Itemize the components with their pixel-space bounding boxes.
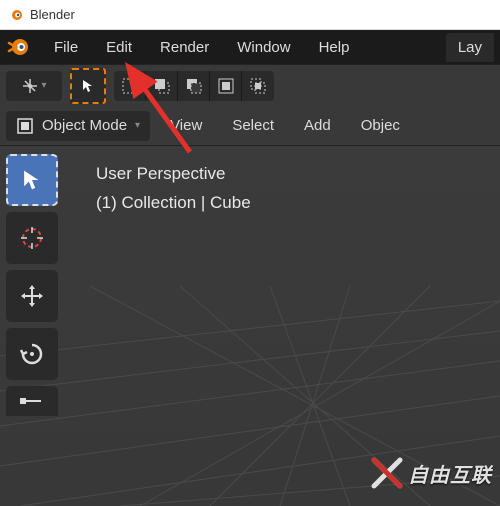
rotate-tool-icon xyxy=(18,340,46,368)
watermark-text: 自由互联 xyxy=(408,459,492,488)
perspective-label: User Perspective xyxy=(96,160,251,189)
select-invert-icon xyxy=(217,77,235,95)
top-menubar: File Edit Render Window Help Lay xyxy=(0,30,500,64)
context-label: (1) Collection | Cube xyxy=(96,189,251,218)
select-subtract-icon xyxy=(185,77,203,95)
orientation-dropdown[interactable]: ▾ xyxy=(6,71,62,101)
mode-label: Object Mode xyxy=(42,117,127,134)
menu-select[interactable]: Select xyxy=(222,113,284,138)
tool-move[interactable] xyxy=(6,270,58,322)
chevron-down-icon: ▾ xyxy=(41,80,46,91)
move-tool-icon xyxy=(18,282,46,310)
object-mode-icon xyxy=(16,117,34,135)
chevron-down-icon: ▾ xyxy=(135,120,140,131)
tool-scale[interactable] xyxy=(6,386,58,416)
app-title: Blender xyxy=(30,7,75,22)
tool-rotate[interactable] xyxy=(6,328,58,380)
menu-edit[interactable]: Edit xyxy=(92,33,146,62)
watermark: 自由互联 xyxy=(370,456,492,490)
mode-dropdown[interactable]: Object Mode ▾ xyxy=(6,111,150,141)
tool-select-box[interactable] xyxy=(6,154,58,206)
cursor-tool-icon xyxy=(18,224,46,252)
pivot-icon xyxy=(21,77,39,95)
selection-mode-group xyxy=(114,71,274,101)
workspace-tab-layout[interactable]: Lay xyxy=(446,33,494,62)
menu-file[interactable]: File xyxy=(40,33,92,62)
menu-object[interactable]: Objec xyxy=(351,113,410,138)
3d-viewport[interactable]: User Perspective (1) Collection | Cube 自… xyxy=(0,146,500,500)
blender-logo-icon[interactable] xyxy=(6,34,32,60)
menu-render[interactable]: Render xyxy=(146,33,223,62)
select-intersect-button[interactable] xyxy=(242,71,274,101)
select-subtract-button[interactable] xyxy=(178,71,210,101)
cursor-arrow-icon xyxy=(81,79,95,93)
select-set-button[interactable] xyxy=(114,71,146,101)
select-invert-button[interactable] xyxy=(210,71,242,101)
tool-cursor[interactable] xyxy=(6,212,58,264)
select-extend-button[interactable] xyxy=(146,71,178,101)
menu-add[interactable]: Add xyxy=(294,113,341,138)
select-tool-preset[interactable] xyxy=(70,68,106,104)
blender-app-icon xyxy=(8,7,24,23)
window-titlebar: Blender xyxy=(0,0,500,30)
menu-view[interactable]: View xyxy=(160,113,212,138)
menu-window[interactable]: Window xyxy=(223,33,304,62)
menu-help[interactable]: Help xyxy=(305,33,364,62)
header-toolbar-row2: Object Mode ▾ View Select Add Objec xyxy=(0,106,500,146)
scale-tool-icon xyxy=(18,393,46,409)
header-toolbar-row1: ▾ xyxy=(0,64,500,106)
select-extend-icon xyxy=(153,77,171,95)
select-new-icon xyxy=(121,77,139,95)
left-toolbar xyxy=(6,154,58,416)
select-box-tool-icon xyxy=(21,169,43,191)
watermark-x-icon xyxy=(370,456,404,490)
select-intersect-icon xyxy=(249,77,267,95)
viewport-overlay-text: User Perspective (1) Collection | Cube xyxy=(96,160,251,218)
